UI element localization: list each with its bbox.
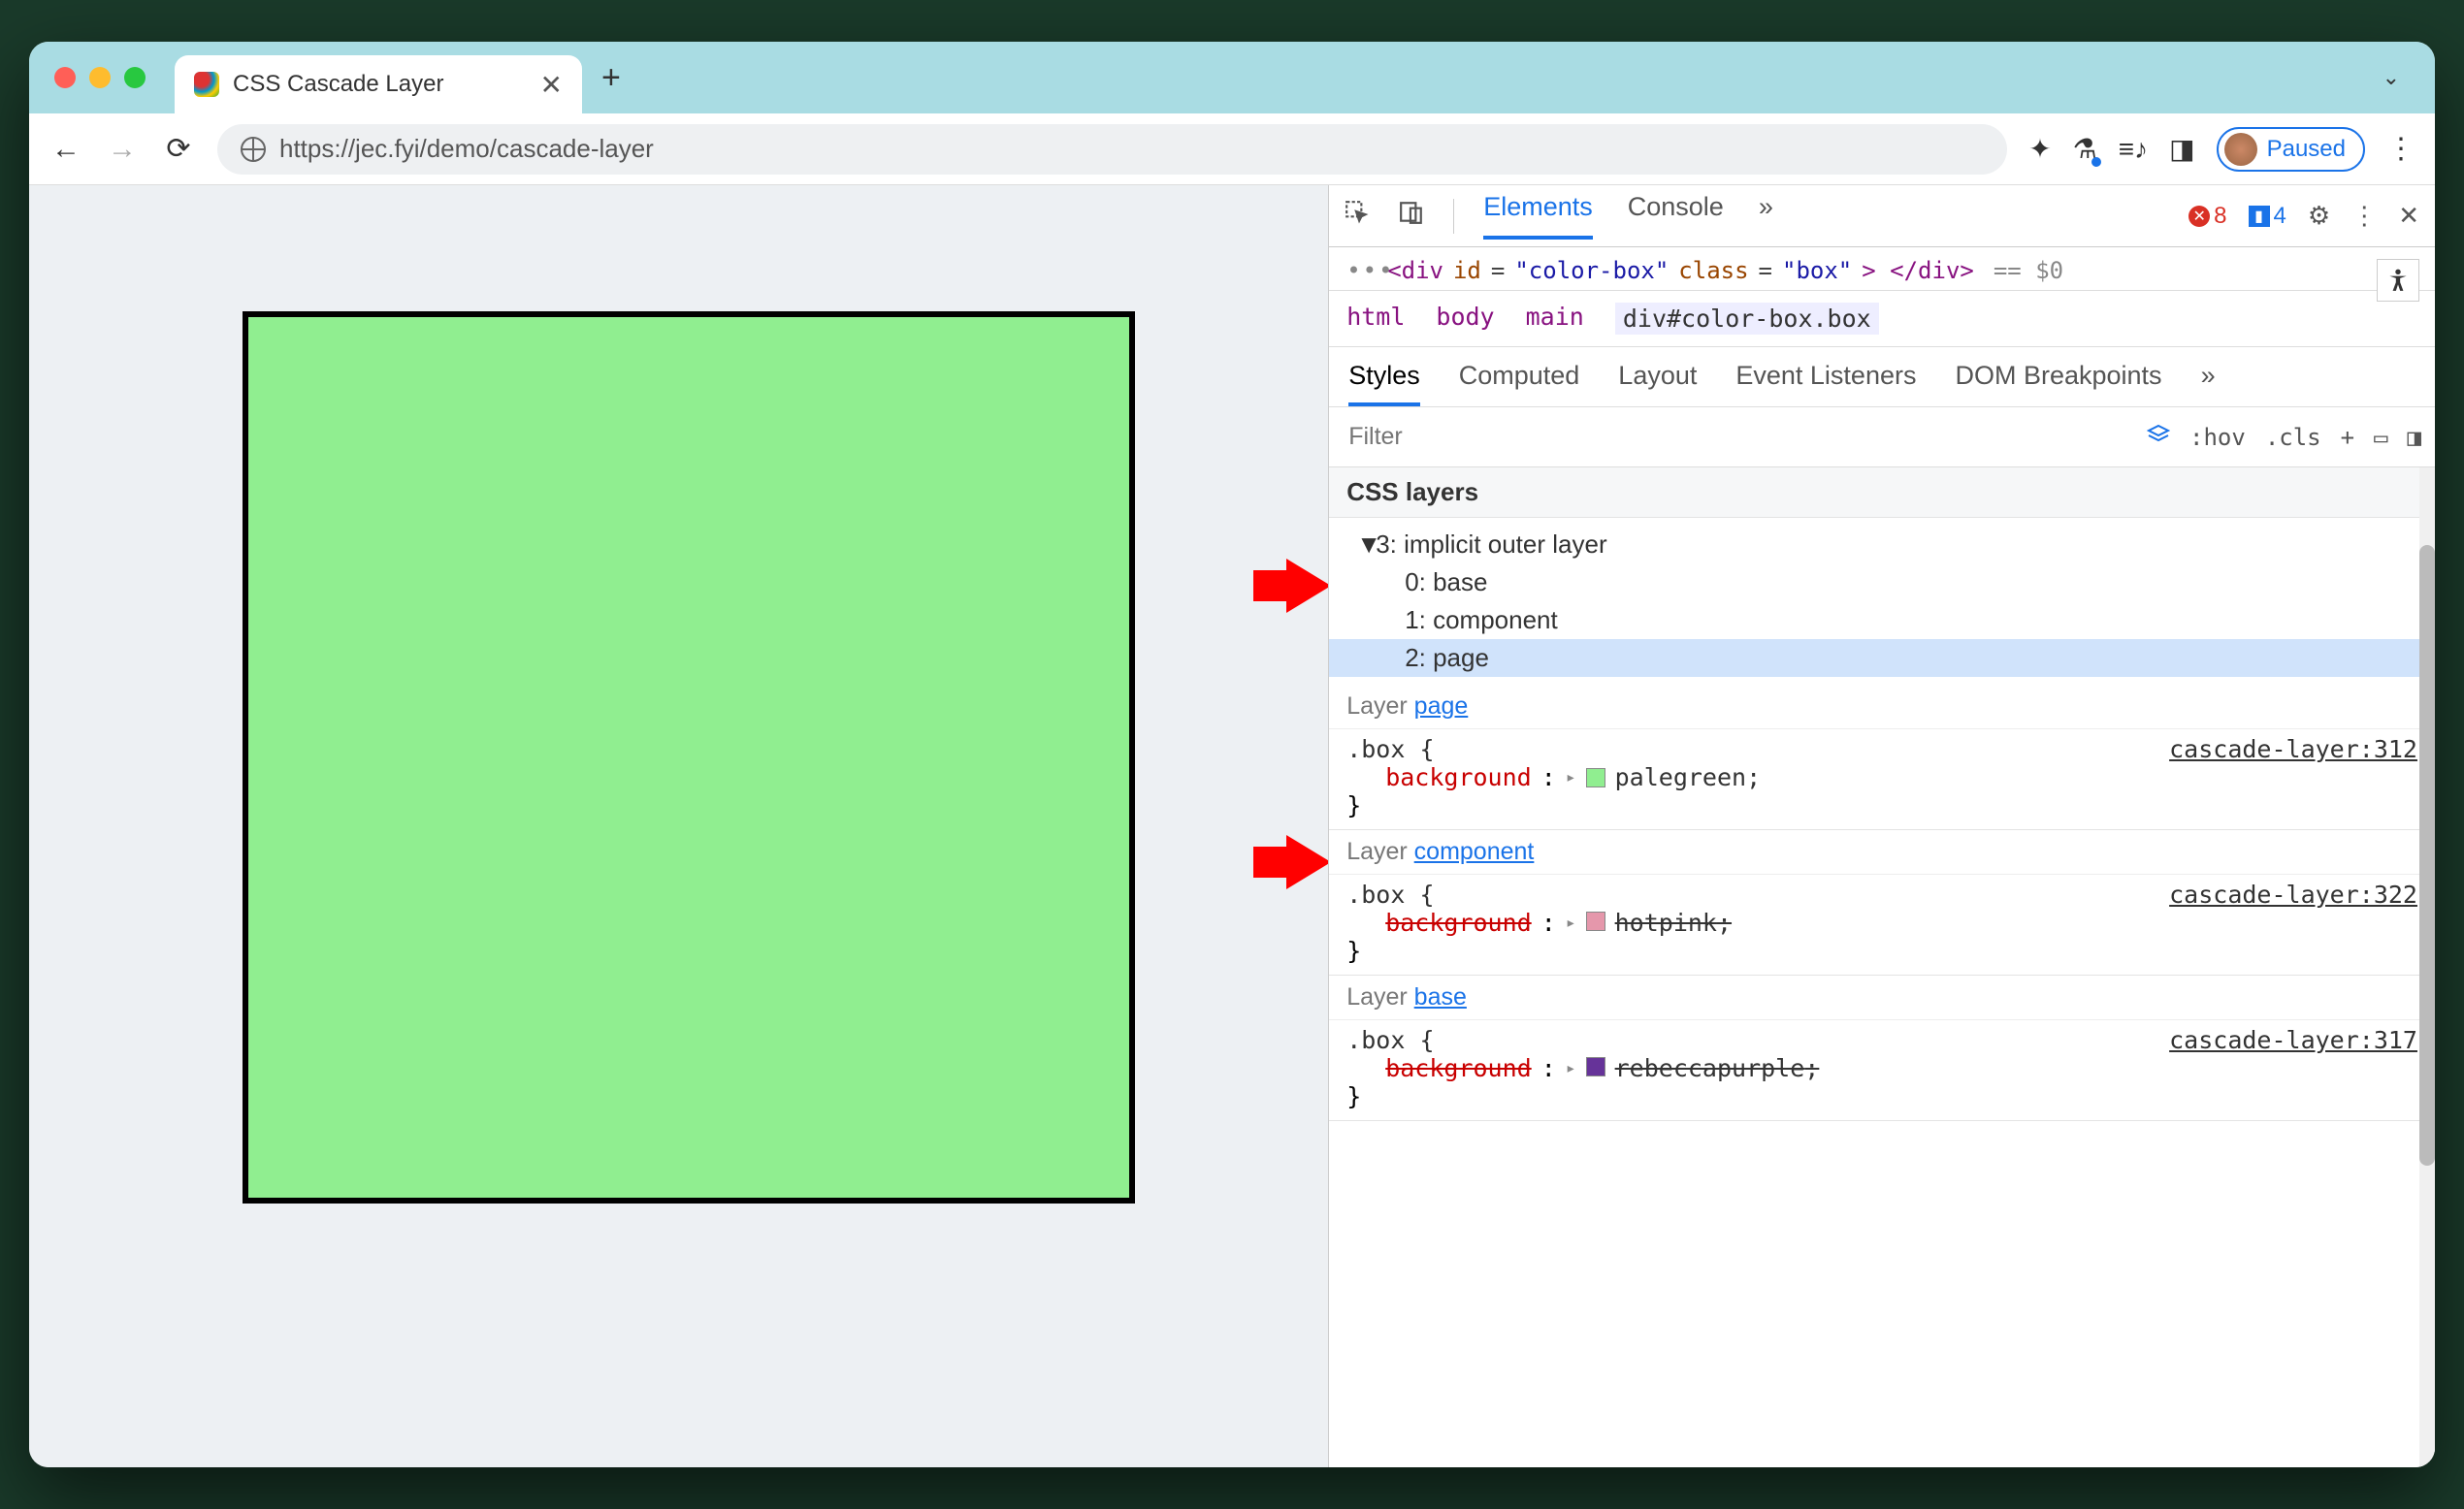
- layer-tree-item[interactable]: 0: base: [1346, 563, 2417, 601]
- color-swatch[interactable]: [1586, 1057, 1605, 1076]
- ellipsis-icon[interactable]: •••: [1346, 257, 1394, 284]
- paused-label: Paused: [2267, 136, 2346, 163]
- crumb-main[interactable]: main: [1526, 303, 1584, 335]
- annotation-arrow-icon: [1286, 559, 1328, 613]
- crumb-selected[interactable]: div#color-box.box: [1615, 303, 1879, 335]
- layer-tree-root[interactable]: ▼3: implicit outer layer: [1346, 526, 2417, 563]
- source-link[interactable]: cascade-layer:317: [2169, 1026, 2417, 1054]
- layer-link[interactable]: page: [1414, 692, 1469, 720]
- extensions-icon[interactable]: ✦: [2028, 133, 2051, 165]
- declaration-overridden[interactable]: background: ▸ rebeccapurple;: [1346, 1054, 2417, 1082]
- layer-tree-item[interactable]: 1: component: [1346, 601, 2417, 639]
- devtools-toolbar: Elements Console » ✕8 ▮4 ⚙ ⋮ ✕: [1329, 185, 2435, 247]
- style-rule: Layer base .box { cascade-layer:317 back…: [1329, 976, 2435, 1121]
- layer-label: Layer component: [1329, 830, 2435, 875]
- tab-title: CSS Cascade Layer: [233, 71, 527, 98]
- style-rule: Layer component .box { cascade-layer:322…: [1329, 830, 2435, 976]
- filter-input[interactable]: [1343, 415, 2127, 459]
- inspect-icon[interactable]: [1345, 200, 1370, 232]
- content-area: Elements Console » ✕8 ▮4 ⚙ ⋮ ✕ ••• <div …: [29, 185, 2435, 1467]
- selector[interactable]: .box {: [1346, 881, 1434, 909]
- profile-paused-pill[interactable]: Paused: [2217, 127, 2365, 172]
- selector[interactable]: .box {: [1346, 735, 1434, 763]
- color-box-element[interactable]: [243, 311, 1135, 1204]
- window-controls: [54, 67, 146, 88]
- color-swatch[interactable]: [1586, 768, 1605, 787]
- styles-tabs: Styles Computed Layout Event Listeners D…: [1329, 347, 2435, 407]
- style-rule: Layer page .box { cascade-layer:312 back…: [1329, 685, 2435, 830]
- declaration[interactable]: background: ▸ palegreen;: [1346, 763, 2417, 791]
- tab-more[interactable]: »: [1759, 192, 1773, 240]
- tab-bar: CSS Cascade Layer ✕ + ⌄: [29, 42, 2435, 113]
- crumb-body[interactable]: body: [1436, 303, 1494, 335]
- new-tab-button[interactable]: +: [601, 59, 621, 97]
- layer-label: Layer page: [1329, 685, 2435, 729]
- source-link[interactable]: cascade-layer:322: [2169, 881, 2417, 909]
- sidebar-toggle-icon[interactable]: ◨: [2408, 424, 2421, 451]
- styles-toolbar: :hov .cls + ▭ ◨: [1329, 407, 2435, 467]
- minimize-window-btn[interactable]: [89, 67, 111, 88]
- devtools-panel: Elements Console » ✕8 ▮4 ⚙ ⋮ ✕ ••• <div …: [1328, 185, 2435, 1467]
- crumb-html[interactable]: html: [1346, 303, 1405, 335]
- layer-label: Layer base: [1329, 976, 2435, 1020]
- cls-button[interactable]: .cls: [2265, 424, 2321, 451]
- tab-console[interactable]: Console: [1628, 192, 1724, 240]
- maximize-window-btn[interactable]: [124, 67, 146, 88]
- selector[interactable]: .box {: [1346, 1026, 1434, 1054]
- tab-elements[interactable]: Elements: [1483, 192, 1593, 240]
- tab-styles[interactable]: Styles: [1348, 361, 1420, 406]
- styles-body: CSS layers ▼3: implicit outer layer 0: b…: [1329, 467, 2435, 1467]
- browser-window: CSS Cascade Layer ✕ + ⌄ ← → ⟳ https://je…: [29, 42, 2435, 1467]
- back-button[interactable]: ←: [49, 133, 83, 166]
- errors-badge[interactable]: ✕8: [2188, 203, 2226, 230]
- devtools-tabs: Elements Console »: [1483, 192, 1773, 240]
- elements-selected-row[interactable]: ••• <div id="color-box" class="box" > </…: [1329, 247, 2435, 291]
- tab-styles-more[interactable]: »: [2201, 361, 2216, 406]
- tabs-menu-icon[interactable]: ⌄: [2383, 65, 2400, 89]
- browser-menu-icon[interactable]: ⋮: [2386, 132, 2415, 166]
- device-toggle-icon[interactable]: [1399, 200, 1424, 232]
- toolbar-icons: ✦ ⚗ ≡♪ ◨ Paused ⋮: [2028, 127, 2415, 172]
- site-info-icon[interactable]: [241, 137, 266, 162]
- panel-icon[interactable]: ◨: [2169, 133, 2194, 165]
- color-swatch[interactable]: [1586, 912, 1605, 931]
- layers-toggle-icon[interactable]: [2147, 423, 2170, 452]
- avatar: [2224, 133, 2257, 166]
- tab-layout[interactable]: Layout: [1618, 361, 1697, 406]
- page-viewport: [29, 185, 1328, 1467]
- scrollbar-thumb[interactable]: [2419, 545, 2435, 1166]
- address-bar: ← → ⟳ https://jec.fyi/demo/cascade-layer…: [29, 113, 2435, 185]
- close-window-btn[interactable]: [54, 67, 76, 88]
- tab-computed[interactable]: Computed: [1459, 361, 1580, 406]
- declaration-overridden[interactable]: background: ▸ hotpink;: [1346, 909, 2417, 937]
- device-preview-icon[interactable]: ▭: [2374, 424, 2387, 451]
- settings-icon[interactable]: ⚙: [2308, 201, 2330, 231]
- reload-button[interactable]: ⟳: [161, 132, 196, 166]
- breadcrumb: html body main div#color-box.box: [1329, 291, 2435, 347]
- labs-icon[interactable]: ⚗: [2073, 133, 2097, 165]
- layer-link[interactable]: base: [1414, 983, 1467, 1011]
- annotation-arrow-icon: [1286, 835, 1328, 889]
- url-field[interactable]: https://jec.fyi/demo/cascade-layer: [217, 124, 2007, 175]
- tab-event-listeners[interactable]: Event Listeners: [1735, 361, 1916, 406]
- layer-link[interactable]: component: [1414, 838, 1535, 865]
- scrollbar[interactable]: [2419, 467, 2435, 1467]
- favicon: [194, 72, 219, 97]
- layer-tree: ▼3: implicit outer layer 0: base 1: comp…: [1329, 518, 2435, 685]
- new-rule-button[interactable]: +: [2341, 424, 2354, 451]
- layer-tree-item-selected[interactable]: 2: page: [1329, 639, 2435, 677]
- devtools-menu-icon[interactable]: ⋮: [2351, 201, 2377, 231]
- close-devtools-icon[interactable]: ✕: [2398, 201, 2419, 231]
- css-layers-header: CSS layers: [1329, 467, 2435, 518]
- issues-badge[interactable]: ▮4: [2249, 203, 2286, 230]
- accessibility-icon[interactable]: [2377, 259, 2419, 302]
- playlist-icon[interactable]: ≡♪: [2119, 134, 2148, 165]
- url-text: https://jec.fyi/demo/cascade-layer: [279, 134, 654, 164]
- hov-button[interactable]: :hov: [2189, 424, 2246, 451]
- close-tab-icon[interactable]: ✕: [540, 69, 563, 101]
- browser-tab[interactable]: CSS Cascade Layer ✕: [175, 55, 582, 113]
- forward-button[interactable]: →: [105, 133, 140, 166]
- source-link[interactable]: cascade-layer:312: [2169, 735, 2417, 763]
- tab-dom-breakpoints[interactable]: DOM Breakpoints: [1955, 361, 2161, 406]
